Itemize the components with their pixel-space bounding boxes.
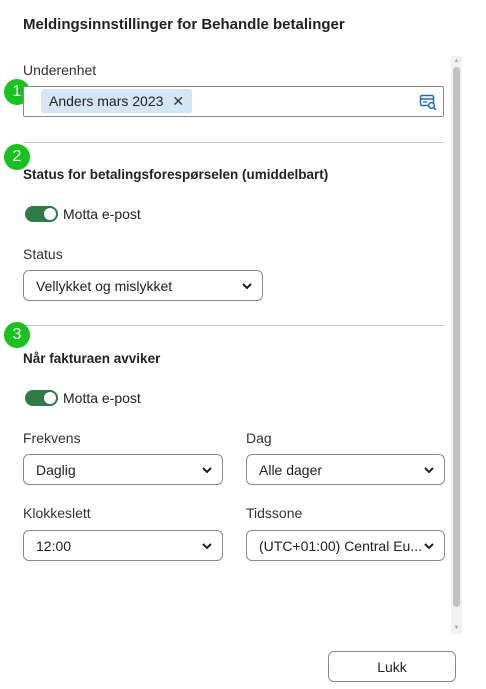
- time-select-value: 12:00: [36, 538, 72, 554]
- timezone-select-value: (UTC+01:00) Central Eu...: [259, 538, 423, 554]
- chevron-down-icon: [202, 543, 212, 550]
- step-badge-3: 3: [4, 322, 30, 348]
- time-label: Klokkeslett: [23, 505, 91, 521]
- status-label: Status: [23, 246, 63, 262]
- frequency-select-value: Daglig: [36, 462, 76, 478]
- subunit-label: Underenhet: [23, 62, 97, 78]
- subunit-chip: Anders mars 2023 ✕: [41, 89, 193, 113]
- scroll-up-icon[interactable]: ▲: [452, 57, 461, 65]
- payment-email-toggle[interactable]: [25, 206, 58, 222]
- frequency-select[interactable]: Daglig: [23, 454, 223, 485]
- chevron-down-icon: [242, 283, 252, 290]
- timezone-label: Tidssone: [246, 505, 303, 521]
- invoice-deviation-title: Når fakturaen avviker: [23, 351, 161, 366]
- subunit-chip-label: Anders mars 2023: [49, 93, 164, 109]
- chevron-down-icon: [424, 543, 434, 550]
- chevron-down-icon: [202, 467, 212, 474]
- subunit-tag-input[interactable]: Anders mars 2023 ✕: [23, 86, 444, 117]
- scrollbar-thumb[interactable]: [453, 67, 460, 607]
- timezone-select[interactable]: (UTC+01:00) Central Eu...: [246, 530, 445, 561]
- day-select[interactable]: Alle dager: [246, 454, 445, 485]
- invoice-email-toggle[interactable]: [25, 390, 58, 406]
- search-lookup-icon[interactable]: [419, 93, 437, 111]
- day-select-value: Alle dager: [259, 462, 323, 478]
- payment-status-title: Status for betalingsforespørselen (umidd…: [23, 167, 329, 182]
- chevron-down-icon: [424, 467, 434, 474]
- dialog-title: Meldingsinnstillinger for Behandle betal…: [23, 16, 345, 33]
- divider-1: [23, 142, 444, 143]
- close-button[interactable]: Lukk: [328, 651, 456, 682]
- close-icon[interactable]: ✕: [172, 93, 184, 110]
- time-select[interactable]: 12:00: [23, 530, 223, 561]
- frequency-label: Frekvens: [23, 430, 81, 446]
- invoice-email-toggle-label: Motta e-post: [63, 390, 141, 406]
- status-select-value: Vellykket og mislykket: [36, 278, 173, 294]
- payment-email-toggle-label: Motta e-post: [63, 206, 141, 222]
- scroll-down-icon[interactable]: ▼: [452, 624, 461, 632]
- divider-2: [23, 325, 444, 326]
- status-select[interactable]: Vellykket og mislykket: [23, 270, 263, 301]
- day-label: Dag: [246, 430, 272, 446]
